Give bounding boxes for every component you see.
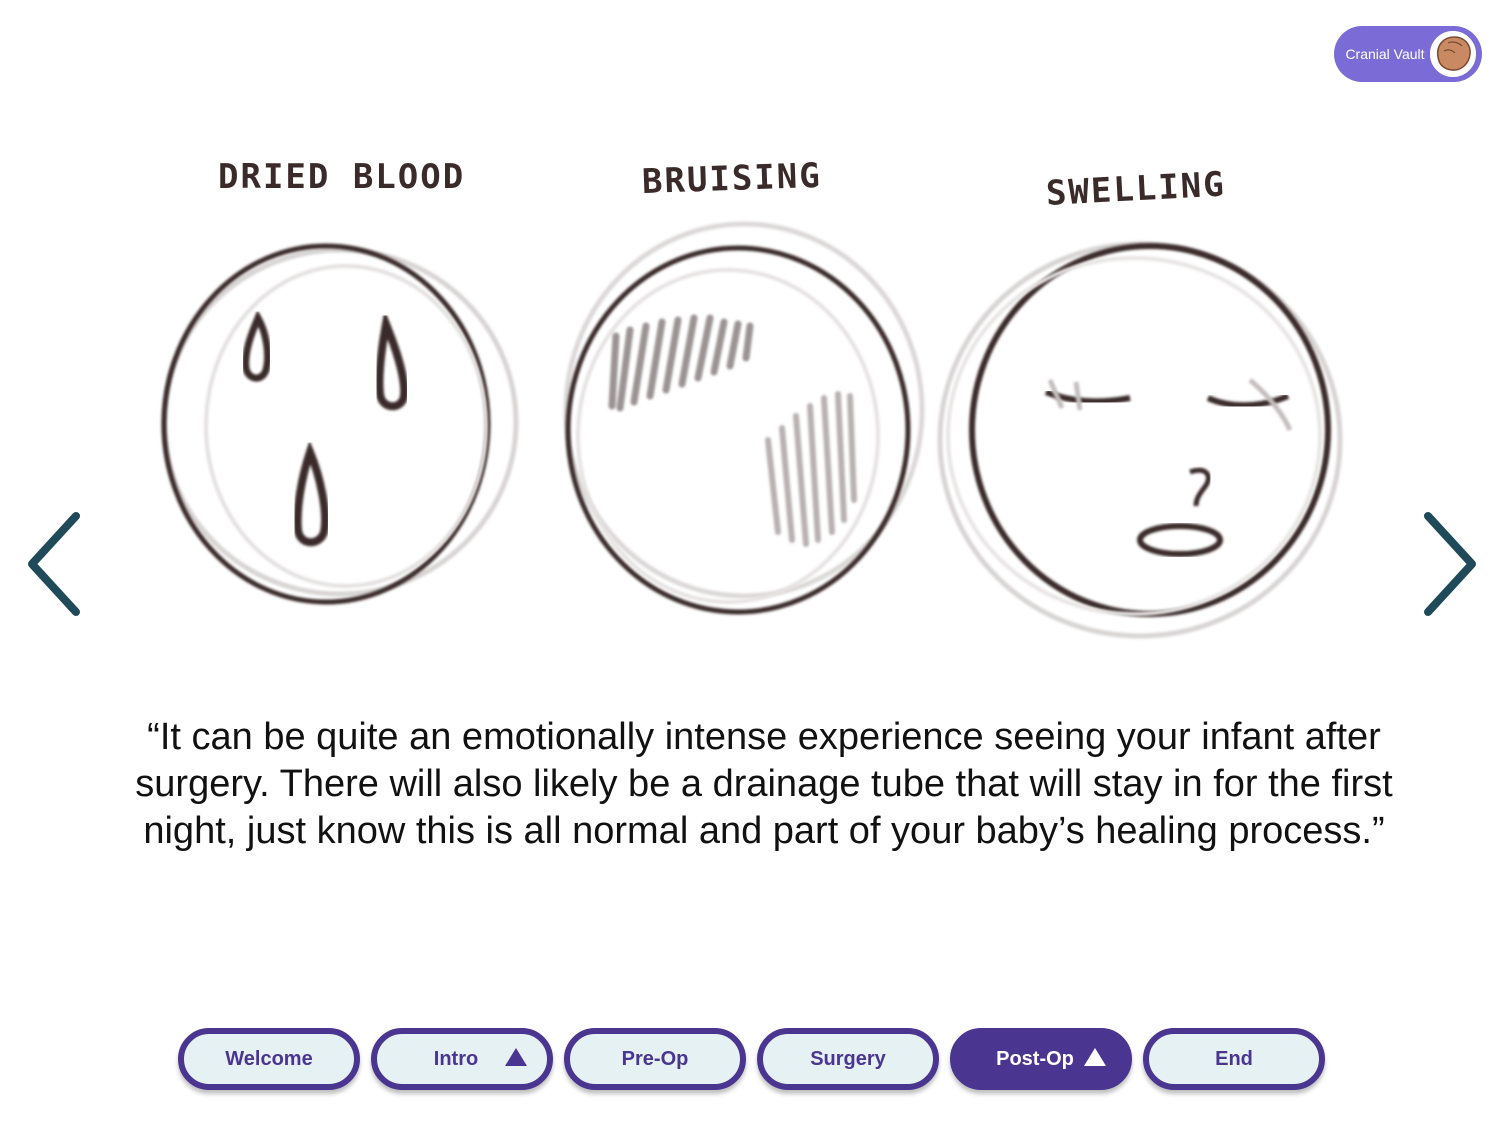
dried-blood-face bbox=[161, 243, 519, 605]
tab-welcome-label: Welcome bbox=[225, 1047, 313, 1070]
baby-head-avatar-icon bbox=[1428, 29, 1478, 79]
section-navigation: Welcome Intro Pre-Op Surgery Post-Op End bbox=[178, 1028, 1338, 1092]
next-page-button[interactable] bbox=[1418, 508, 1482, 620]
chevron-left-icon bbox=[28, 512, 80, 616]
cranial-vault-badge[interactable]: Cranial Vault bbox=[1334, 26, 1482, 82]
tab-post-op[interactable]: Post-Op bbox=[950, 1028, 1132, 1090]
badge-label: Cranial Vault bbox=[1345, 46, 1425, 62]
tab-intro[interactable]: Intro bbox=[371, 1028, 553, 1090]
tab-surgery[interactable]: Surgery bbox=[757, 1028, 939, 1090]
story-quote: “It can be quite an emotionally intense … bbox=[135, 716, 1393, 852]
swelling-face bbox=[937, 241, 1343, 639]
tab-surgery-label: Surgery bbox=[810, 1047, 886, 1070]
previous-page-button[interactable] bbox=[22, 508, 86, 620]
submenu-up-arrow-icon[interactable] bbox=[1084, 1048, 1106, 1066]
tab-post-op-label: Post-Op bbox=[996, 1047, 1074, 1070]
tab-end[interactable]: End bbox=[1143, 1028, 1325, 1090]
bruising-face bbox=[563, 221, 925, 615]
tab-intro-label: Intro bbox=[433, 1047, 479, 1070]
swelling-label: SWELLING bbox=[1045, 165, 1227, 214]
submenu-up-arrow-icon[interactable] bbox=[505, 1048, 527, 1066]
tab-pre-op[interactable]: Pre-Op bbox=[564, 1028, 746, 1090]
bruising-label: BRUISING bbox=[641, 156, 822, 202]
tab-welcome[interactable]: Welcome bbox=[178, 1028, 360, 1090]
story-page: Cranial Vault DRIED BLOOD BRUISING SWELL… bbox=[0, 0, 1512, 1124]
post-op-illustration: DRIED BLOOD BRUISING SWELLING bbox=[161, 156, 1343, 639]
tab-end-label: End bbox=[1215, 1047, 1253, 1070]
dried-blood-label: DRIED BLOOD bbox=[218, 157, 465, 197]
tab-pre-op-label: Pre-Op bbox=[621, 1047, 689, 1070]
chevron-right-icon bbox=[1424, 512, 1476, 616]
